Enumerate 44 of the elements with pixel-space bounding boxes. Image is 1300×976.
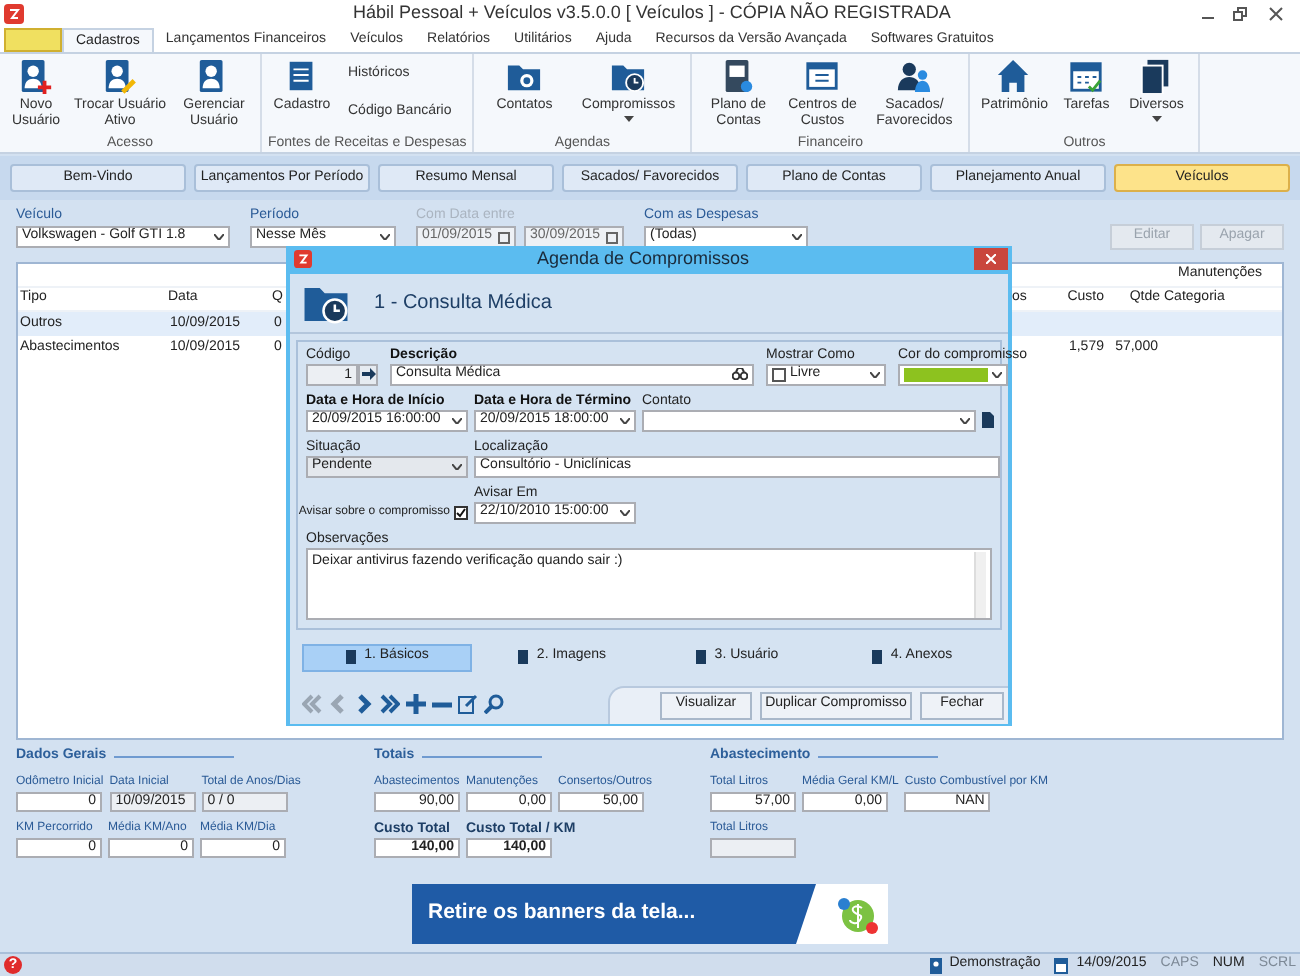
plus-icon[interactable]: [406, 694, 426, 714]
status-swatch-icon: [772, 367, 786, 381]
caret-icon: [870, 371, 880, 377]
caret-icon: [620, 509, 630, 515]
close-icon[interactable]: [1268, 6, 1284, 22]
dialog-heading: 1 - Consulta Médica: [374, 289, 552, 317]
document-icon[interactable]: [982, 412, 994, 428]
go-button[interactable]: [358, 363, 378, 385]
checkbox[interactable]: [454, 505, 468, 519]
scrollbar[interactable]: [974, 551, 986, 617]
dialog-title: Agenda de Compromissos: [536, 246, 750, 272]
people-icon: [896, 58, 933, 94]
caret-icon: [452, 417, 462, 423]
last-record-icon[interactable]: [380, 694, 400, 714]
calendar-icon: [498, 231, 510, 243]
minus-icon[interactable]: [432, 701, 452, 707]
house-icon: [996, 58, 1033, 94]
value-field[interactable]: [710, 838, 796, 858]
calendar-icon: [606, 231, 618, 243]
document-icon: [344, 650, 359, 664]
checkmark-icon: [456, 507, 466, 517]
caret-icon: [380, 234, 390, 240]
caret-icon: [214, 234, 224, 240]
arrow-right-icon: [361, 368, 375, 380]
search-icon[interactable]: [484, 694, 504, 714]
calendar-icon: [1054, 957, 1069, 973]
banner-text: Retire os banners da tela...: [428, 898, 696, 929]
money-cycle-icon: [796, 884, 888, 944]
restore-icon[interactable]: [1232, 6, 1248, 22]
window-title: Hábil Pessoal + Veículos v3.5.0.0 [ Veículos ] - CÓPIA NÃO REGISTRADA: [353, 0, 951, 27]
caret-icon: [620, 417, 630, 423]
edit-icon[interactable]: [458, 694, 478, 714]
caret-icon: [792, 234, 802, 240]
caret-icon: [992, 371, 1002, 377]
color-select[interactable]: [898, 363, 1008, 385]
close-button[interactable]: [974, 248, 1008, 271]
user-icon: [929, 957, 942, 973]
app-logo-icon: [294, 250, 312, 269]
banner[interactable]: Retire os banners da tela...: [412, 884, 888, 944]
binoculars-icon: [732, 368, 748, 380]
close-icon: [986, 254, 996, 265]
caret-icon: [452, 463, 462, 469]
caret-icon: [960, 417, 970, 423]
next-record-icon[interactable]: [354, 694, 374, 714]
